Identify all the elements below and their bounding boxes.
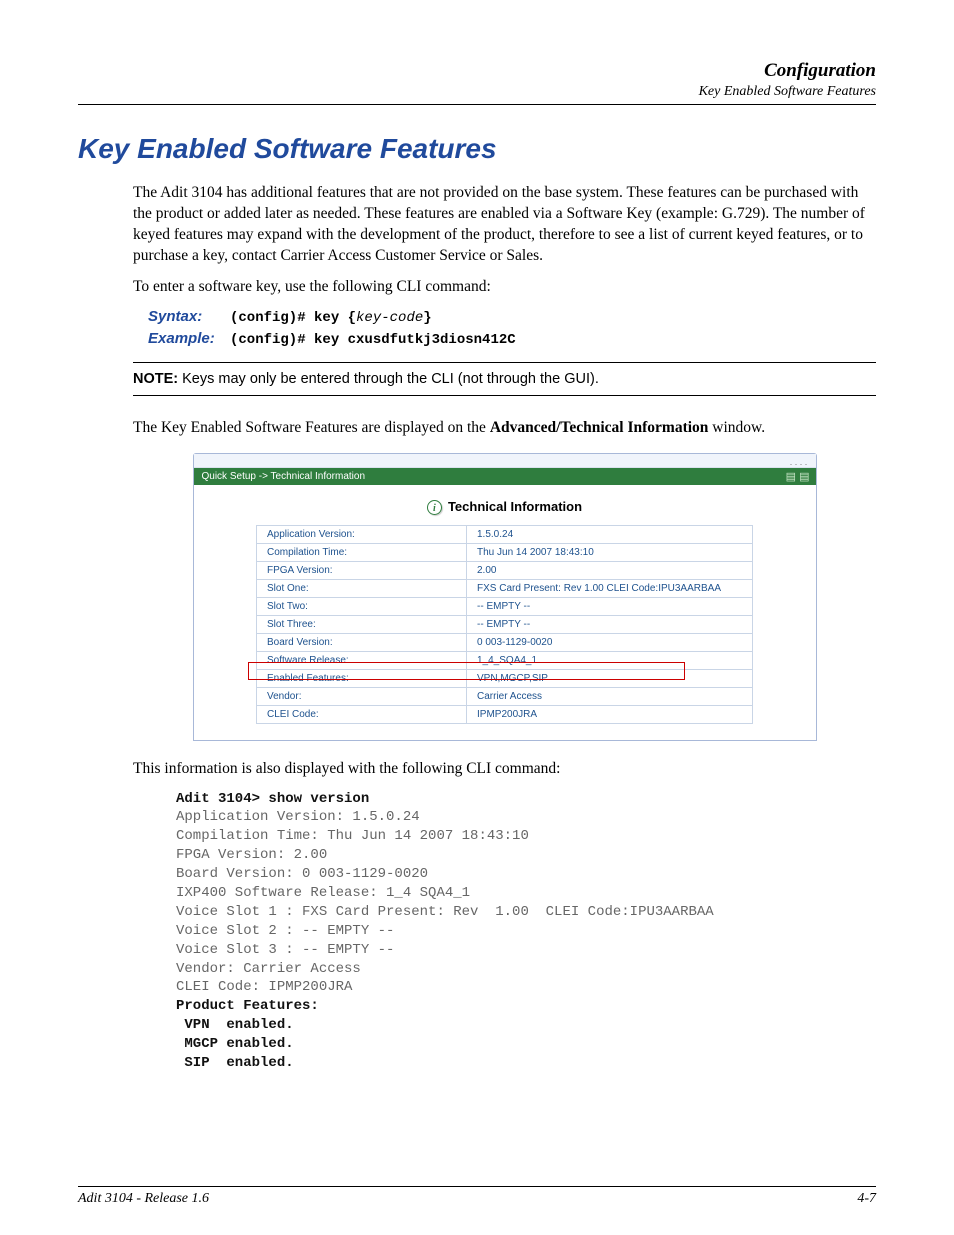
cli-line: Compilation Time: Thu Jun 14 2007 18:43:… (176, 828, 529, 844)
cli-feature-line: SIP enabled. (176, 1055, 294, 1071)
table-cell-label: Board Version: (257, 633, 467, 651)
table-cell-label: Slot Two: (257, 597, 467, 615)
cli-output-block: Adit 3104> show version Application Vers… (176, 790, 876, 1073)
table-cell-value: Carrier Access (467, 687, 753, 705)
cli-line: FPGA Version: 2.00 (176, 847, 327, 863)
info-icon: i (427, 500, 442, 515)
table-cell-value: 1_4_SQA4_1 (467, 651, 753, 669)
example-text: (config)# key cxusdfutkj3diosn412C (230, 332, 516, 348)
table-cell-value: 2.00 (467, 561, 753, 579)
cli-line: CLEI Code: IPMP200JRA (176, 979, 352, 995)
table-cell-label: FPGA Version: (257, 561, 467, 579)
syntax-label: Syntax: (148, 308, 230, 325)
panel-title: i Technical Information (194, 485, 816, 525)
footer-left: Adit 3104 - Release 1.6 (78, 1191, 209, 1207)
cli-line: IXP400 Software Release: 1_4 SQA4_1 (176, 885, 470, 901)
table-row: Slot One:FXS Card Present: Rev 1.00 CLEI… (257, 579, 753, 597)
table-cell-label: Vendor: (257, 687, 467, 705)
table-cell-label: Software Release: (257, 651, 467, 669)
page-header: Configuration Key Enabled Software Featu… (78, 60, 876, 100)
page-footer: Adit 3104 - Release 1.6 4-7 (78, 1186, 876, 1207)
table-cell-label: Slot Three: (257, 615, 467, 633)
syntax-command: (config)# key {key-code} (230, 310, 432, 326)
table-cell-value: Thu Jun 14 2007 18:43:10 (467, 543, 753, 561)
cli-line: Board Version: 0 003-1129-0020 (176, 866, 428, 882)
cli-line: Voice Slot 1 : FXS Card Present: Rev 1.0… (176, 904, 714, 920)
cli-line: Vendor: Carrier Access (176, 961, 361, 977)
table-row: Software Release:1_4_SQA4_1 (257, 651, 753, 669)
disp-post: window. (708, 419, 765, 436)
table-cell-value: VPN,MGCP,SIP (467, 669, 753, 687)
cli-display-text: This information is also displayed with … (133, 759, 876, 780)
breadcrumb-text: Quick Setup -> Technical Information (202, 471, 366, 482)
syntax-suffix: } (423, 310, 431, 326)
note-label: NOTE: (133, 371, 178, 387)
breadcrumb-icons: ▤ ▤ (786, 470, 810, 483)
cli-feature-line: MGCP enabled. (176, 1036, 294, 1052)
intro-paragraph-1: The Adit 3104 has additional features th… (133, 183, 876, 267)
example-label: Example: (148, 330, 230, 347)
header-subtitle: Key Enabled Software Features (78, 84, 876, 100)
cli-syntax-block: Syntax: (config)# key {key-code} Example… (148, 308, 876, 348)
breadcrumb-bar: Quick Setup -> Technical Information ▤ ▤ (194, 468, 816, 485)
technical-info-table: Application Version:1.5.0.24Compilation … (256, 525, 753, 724)
syntax-prefix: (config)# key { (230, 310, 356, 326)
note-box: NOTE: Keys may only be entered through t… (133, 362, 876, 396)
table-cell-value: IPMP200JRA (467, 705, 753, 723)
section-heading: Key Enabled Software Features (78, 133, 876, 165)
cli-line: Voice Slot 3 : -- EMPTY -- (176, 942, 394, 958)
table-cell-value: -- EMPTY -- (467, 597, 753, 615)
header-rule (78, 104, 876, 105)
table-row: Board Version:0 003-1129-0020 (257, 633, 753, 651)
footer-right: 4-7 (857, 1191, 876, 1207)
example-command: (config)# key cxusdfutkj3diosn412C (230, 332, 516, 348)
table-cell-label: Compilation Time: (257, 543, 467, 561)
technical-info-screenshot: ···· Quick Setup -> Technical Informatio… (193, 453, 817, 741)
panel-title-text: Technical Information (448, 499, 582, 514)
note-text: Keys may only be entered through the CLI… (178, 371, 599, 387)
disp-bold: Advanced/Technical Information (490, 419, 709, 436)
table-cell-value: -- EMPTY -- (467, 615, 753, 633)
display-info-text: The Key Enabled Software Features are di… (133, 418, 876, 439)
cli-features-heading: Product Features: (176, 998, 319, 1014)
table-cell-label: Application Version: (257, 525, 467, 543)
table-cell-label: CLEI Code: (257, 705, 467, 723)
table-row: Vendor:Carrier Access (257, 687, 753, 705)
cli-line: Voice Slot 2 : -- EMPTY -- (176, 923, 394, 939)
table-row: Application Version:1.5.0.24 (257, 525, 753, 543)
disp-pre: The Key Enabled Software Features are di… (133, 419, 490, 436)
table-row: FPGA Version:2.00 (257, 561, 753, 579)
intro-paragraph-2: To enter a software key, use the followi… (133, 277, 876, 298)
table-cell-label: Slot One: (257, 579, 467, 597)
cli-line: Application Version: 1.5.0.24 (176, 809, 420, 825)
syntax-arg: key-code (356, 310, 423, 326)
table-row: Slot Three:-- EMPTY -- (257, 615, 753, 633)
table-row: CLEI Code:IPMP200JRA (257, 705, 753, 723)
table-row: Compilation Time:Thu Jun 14 2007 18:43:1… (257, 543, 753, 561)
table-cell-label: Enabled Features: (257, 669, 467, 687)
table-cell-value: 0 003-1129-0020 (467, 633, 753, 651)
table-row: Enabled Features:VPN,MGCP,SIP (257, 669, 753, 687)
table-cell-value: 1.5.0.24 (467, 525, 753, 543)
window-titlebar: ···· (194, 454, 816, 468)
table-row: Slot Two:-- EMPTY -- (257, 597, 753, 615)
header-title: Configuration (78, 60, 876, 82)
cli-feature-line: VPN enabled. (176, 1017, 294, 1033)
table-cell-value: FXS Card Present: Rev 1.00 CLEI Code:IPU… (467, 579, 753, 597)
cli-prompt-line: Adit 3104> show version (176, 791, 369, 807)
